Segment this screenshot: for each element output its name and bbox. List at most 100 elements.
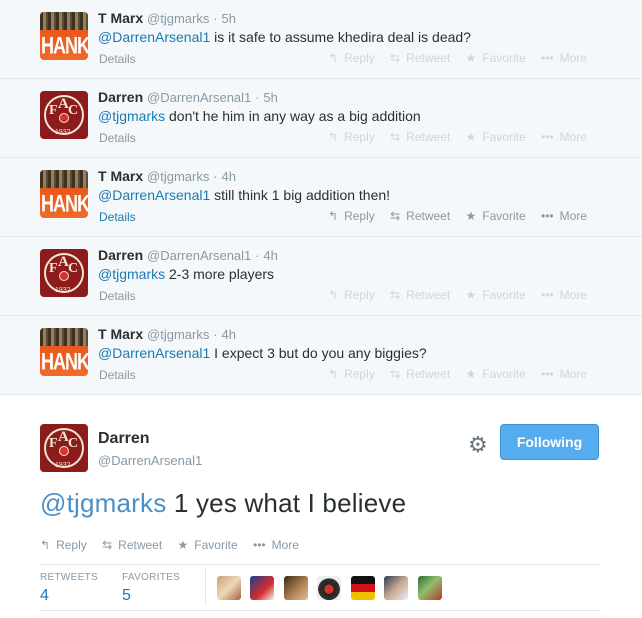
tweet-timestamp[interactable]: 5h — [221, 11, 235, 26]
favorite-button[interactable]: ★ Favorite — [466, 288, 526, 302]
retweets-stat[interactable]: RETWEETS 4 — [40, 572, 98, 605]
tweet-author-handle[interactable]: @tjgmarks — [147, 11, 209, 26]
tweet-author-handle[interactable]: @tjgmarks — [147, 169, 209, 184]
favorite-button[interactable]: ★ Favorite — [466, 367, 526, 381]
avatar[interactable] — [417, 576, 442, 600]
tweet-author-name[interactable]: Darren — [98, 89, 143, 105]
tweet-author-name[interactable]: Darren — [98, 430, 150, 448]
tweet-timestamp[interactable]: 4h — [263, 248, 277, 263]
more-button[interactable]: ••• More — [541, 367, 587, 381]
tweet-timestamp[interactable]: 4h — [221, 169, 235, 184]
favorite-button[interactable]: ★ Favorite — [466, 130, 526, 144]
star-icon: ★ — [465, 51, 477, 65]
retweet-button[interactable]: ⇆ Retweet — [390, 367, 450, 381]
mention-link[interactable]: @DarrenArsenal1 — [98, 187, 210, 203]
avatar[interactable] — [217, 576, 241, 600]
mention-link[interactable]: @DarrenArsenal1 — [98, 345, 210, 361]
retweet-icon: ⇆ — [102, 538, 113, 552]
ellipsis-icon: ••• — [253, 538, 266, 552]
reply-button[interactable]: ↰ Reply — [328, 209, 375, 223]
more-button[interactable]: ••• More — [253, 538, 299, 552]
tweet[interactable]: HANKS T Marx @tjgmarks · 4h @DarrenArsen… — [0, 316, 642, 395]
more-button[interactable]: ••• More — [541, 288, 587, 302]
avatar[interactable]: HANKS — [40, 170, 88, 218]
tweet-author-name[interactable]: T Marx — [98, 168, 143, 184]
reply-button[interactable]: ↰ Reply — [328, 130, 375, 144]
retweet-button[interactable]: ⇆ Retweet — [390, 288, 450, 302]
tweet-author-name[interactable]: Darren — [98, 247, 143, 263]
avatar[interactable] — [250, 576, 275, 600]
details-link[interactable]: Details — [99, 52, 136, 66]
retweet-icon: ⇆ — [390, 288, 401, 302]
reply-button[interactable]: ↰ Reply — [40, 538, 87, 552]
details-link[interactable]: Details — [99, 131, 136, 145]
gear-icon[interactable]: ⚙ — [468, 432, 488, 458]
retweet-icon: ⇆ — [390, 130, 401, 144]
avatar[interactable] — [317, 576, 342, 600]
tweet[interactable]: F A C 1932 Darren @DarrenArsenal1 · 4h @tjg… — [0, 237, 642, 316]
star-icon: ★ — [465, 130, 477, 144]
mention-link[interactable]: @DarrenArsenal1 — [98, 29, 210, 45]
retweets-count[interactable]: 4 — [40, 587, 98, 605]
tweet-text: @tjgmarks don't he him in any way as a b… — [98, 108, 421, 124]
details-link[interactable]: Details — [99, 368, 136, 382]
reply-icon: ↰ — [328, 209, 339, 223]
favoriters-avatars — [217, 576, 447, 600]
more-button[interactable]: ••• More — [541, 51, 587, 65]
reply-icon: ↰ — [328, 367, 339, 381]
mention-link[interactable]: @tjgmarks — [98, 108, 165, 124]
favorite-button[interactable]: ★ Favorite — [466, 51, 526, 65]
reply-icon: ↰ — [328, 51, 339, 65]
retweet-button[interactable]: ⇆ Retweet — [390, 209, 450, 223]
divider — [40, 610, 600, 611]
tweet-text: @DarrenArsenal1 is it safe to assume khe… — [98, 29, 471, 45]
avatar[interactable]: F A C 1932 — [40, 91, 88, 139]
more-button[interactable]: ••• More — [541, 130, 587, 144]
star-icon: ★ — [465, 288, 477, 302]
avatar[interactable]: F A C 1932 — [40, 249, 88, 297]
tweet-timestamp[interactable]: 5h — [263, 90, 277, 105]
reply-icon: ↰ — [328, 130, 339, 144]
tweet-author-handle[interactable]: @DarrenArsenal1 — [98, 453, 202, 468]
ellipsis-icon: ••• — [541, 209, 554, 223]
reply-button[interactable]: ↰ Reply — [328, 288, 375, 302]
tweet-author-handle[interactable]: @DarrenArsenal1 — [147, 248, 251, 263]
avatar[interactable]: HANKS — [40, 328, 88, 376]
more-button[interactable]: ••• More — [541, 209, 587, 223]
reply-icon: ↰ — [328, 288, 339, 302]
following-button[interactable]: Following — [500, 424, 599, 460]
ellipsis-icon: ••• — [541, 130, 554, 144]
tweet[interactable]: F A C 1932 Darren @DarrenArsenal1 · 5h @tjg… — [0, 79, 642, 158]
tweet-text: @DarrenArsenal1 still think 1 big additi… — [98, 187, 391, 203]
avatar[interactable]: F A C 1932 — [40, 424, 88, 472]
tweet-timestamp[interactable]: 4h — [221, 327, 235, 342]
tweet-author-handle[interactable]: @tjgmarks — [147, 327, 209, 342]
tweet[interactable]: HANKS T Marx @tjgmarks · 5h @DarrenArsen… — [0, 0, 642, 79]
retweet-button[interactable]: ⇆ Retweet — [102, 538, 162, 552]
tweet-author-handle[interactable]: @DarrenArsenal1 — [147, 90, 251, 105]
avatar[interactable] — [384, 576, 409, 600]
avatar[interactable]: HANKS — [40, 12, 88, 60]
mention-link[interactable]: @tjgmarks — [98, 266, 165, 282]
avatar[interactable] — [350, 576, 375, 600]
ellipsis-icon: ••• — [541, 367, 554, 381]
favorites-count[interactable]: 5 — [122, 587, 180, 605]
tweet[interactable]: HANKS T Marx @tjgmarks · 4h @DarrenArsen… — [0, 158, 642, 237]
tweet-author-name[interactable]: T Marx — [98, 326, 143, 342]
retweet-button[interactable]: ⇆ Retweet — [390, 130, 450, 144]
retweet-icon: ⇆ — [390, 367, 401, 381]
star-icon: ★ — [465, 209, 477, 223]
reply-button[interactable]: ↰ Reply — [328, 51, 375, 65]
details-link[interactable]: Details — [99, 210, 136, 224]
details-link[interactable]: Details — [99, 289, 136, 303]
divider — [205, 568, 206, 606]
retweet-button[interactable]: ⇆ Retweet — [390, 51, 450, 65]
mention-link[interactable]: @tjgmarks — [40, 488, 166, 518]
reply-button[interactable]: ↰ Reply — [328, 367, 375, 381]
avatar[interactable] — [283, 576, 308, 600]
retweet-icon: ⇆ — [390, 209, 401, 223]
favorite-button[interactable]: ★ Favorite — [178, 538, 238, 552]
favorite-button[interactable]: ★ Favorite — [466, 209, 526, 223]
tweet-author-name[interactable]: T Marx — [98, 10, 143, 26]
favorites-stat[interactable]: FAVORITES 5 — [122, 572, 180, 605]
